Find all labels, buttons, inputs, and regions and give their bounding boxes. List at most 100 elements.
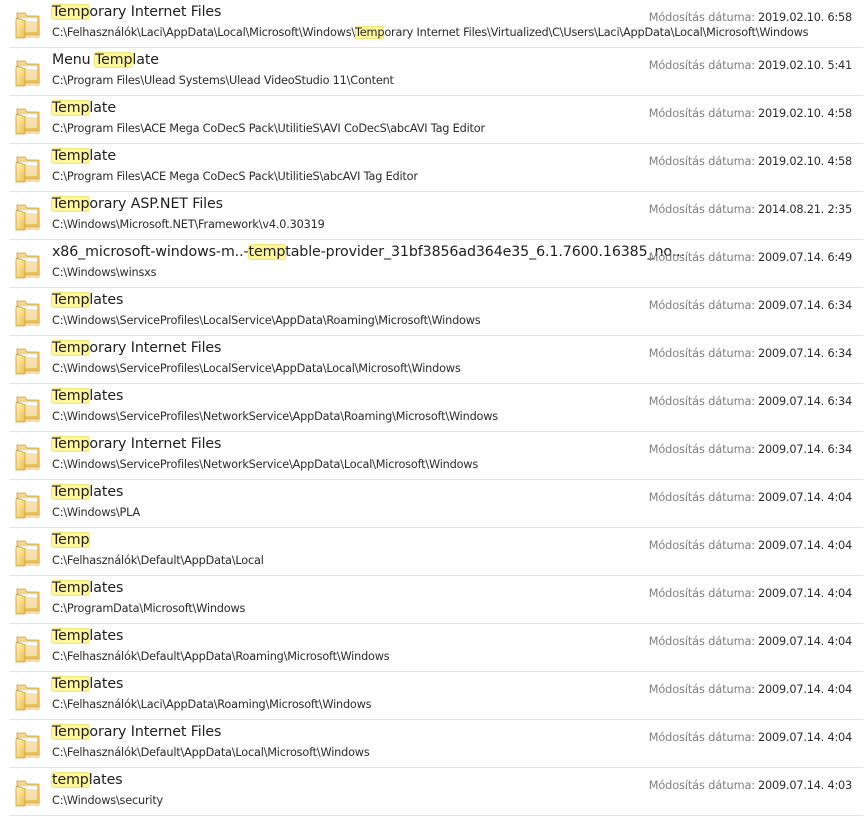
path-text: C:\Felhasználók\Default\AppData\Roaming\… <box>52 650 390 663</box>
search-results-list: Temporary Internet Files C:\Felhasználók… <box>0 0 867 821</box>
search-result-item[interactable]: Temporary Internet Files C:\Windows\Serv… <box>0 432 867 480</box>
item-name: Template <box>51 146 116 166</box>
search-result-item[interactable]: Temporary ASP.NET Files C:\Windows\Micro… <box>0 192 867 240</box>
search-result-item[interactable]: x86_microsoft-windows-m..-temptable-prov… <box>0 240 867 288</box>
modified-date-value: 2009.07.14. 4:04 <box>758 683 853 696</box>
name-text: lates <box>89 676 124 692</box>
name-text: orary Internet Files <box>89 436 222 452</box>
modified-date-value: 2009.07.14. 4:03 <box>758 779 853 792</box>
folder-icon <box>14 585 42 615</box>
item-path: C:\Felhasználók\Laci\AppData\Local\Micro… <box>52 25 809 41</box>
modified-date-label: Módosítás dátuma: <box>648 539 755 552</box>
item-path: C:\Felhasználók\Default\AppData\Local <box>52 553 264 569</box>
search-result-item[interactable]: Temp C:\Felhasználók\Default\AppData\Loc… <box>0 528 867 576</box>
match-highlight: Temp <box>51 628 91 644</box>
path-text: C:\Windows\PLA <box>52 506 141 519</box>
search-result-item[interactable]: Temporary Internet Files C:\Felhasználók… <box>0 720 867 768</box>
name-text: Menu <box>52 52 95 68</box>
path-text: C:\Program Files\Ulead Systems\Ulead Vid… <box>52 74 394 87</box>
folder-icon <box>14 729 42 759</box>
path-text: C:\Felhasználók\Laci\AppData\Local\Micro… <box>52 26 356 39</box>
folder-icon <box>14 9 42 39</box>
name-text: orary Internet Files <box>89 4 222 20</box>
folder-icon <box>14 489 42 519</box>
path-text: C:\Windows\ServiceProfiles\LocalService\… <box>52 314 481 327</box>
path-text: C:\Felhasználók\Default\AppData\Local <box>52 554 264 567</box>
modified-date-label: Módosítás dátuma: <box>648 731 755 744</box>
name-text: x86_microsoft-windows-m..- <box>52 244 249 260</box>
item-path: C:\Windows\ServiceProfiles\LocalService\… <box>52 361 461 377</box>
item-name: Templates <box>51 290 124 310</box>
modified-date-value: 2009.07.14. 4:04 <box>758 539 853 552</box>
modified-date-value: 2009.07.14. 6:34 <box>758 443 853 456</box>
search-result-item[interactable]: Templates C:\Windows\ServiceProfiles\Net… <box>0 384 867 432</box>
item-path: C:\Windows\security <box>52 793 163 809</box>
modified-date-value: 2009.07.14. 4:04 <box>758 491 853 504</box>
search-result-item[interactable]: Templates C:\ProgramData\Microsoft\Windo… <box>0 576 867 624</box>
path-text: C:\Windows\ServiceProfiles\NetworkServic… <box>52 458 479 471</box>
modified-date-value: 2009.07.14. 6:34 <box>758 347 853 360</box>
name-text: late <box>89 100 116 116</box>
search-result-item[interactable]: Template C:\Program Files\ACE Mega CoDec… <box>0 96 867 144</box>
match-highlight: Temp <box>51 388 91 404</box>
item-name: Temporary Internet Files <box>51 338 222 358</box>
path-text: C:\Windows\ServiceProfiles\NetworkServic… <box>52 410 498 423</box>
modified-date-value: 2019.02.10. 5:41 <box>758 59 853 72</box>
folder-icon <box>14 441 42 471</box>
item-path: C:\Windows\Microsoft.NET\Framework\v4.0.… <box>52 217 325 233</box>
name-text: lates <box>89 388 124 404</box>
modified-date-value: 2019.02.10. 4:58 <box>758 155 853 168</box>
modified-date-label: Módosítás dátuma: <box>648 251 755 264</box>
item-name: Temporary ASP.NET Files <box>51 194 223 214</box>
path-text: C:\Windows\Microsoft.NET\Framework\v4.0.… <box>52 218 325 231</box>
folder-icon <box>14 633 42 663</box>
match-highlight: Temp <box>51 196 91 212</box>
modified-date-value: 2019.02.10. 6:58 <box>758 11 853 24</box>
item-name: Temp <box>51 530 91 550</box>
search-result-item[interactable]: Temporary Internet Files C:\Windows\Serv… <box>0 336 867 384</box>
name-text: orary ASP.NET Files <box>89 196 223 212</box>
modified-date-label: Módosítás dátuma: <box>648 203 755 216</box>
item-path: C:\Windows\winsxs <box>52 265 157 281</box>
search-result-item[interactable]: Templates C:\Windows\PLA Módosítás dátum… <box>0 480 867 528</box>
name-text: lates <box>89 292 124 308</box>
path-text: C:\Windows\security <box>52 794 164 807</box>
search-result-item[interactable]: templates C:\Windows\security Módosítás … <box>0 768 867 816</box>
item-name: Template <box>51 98 116 118</box>
modified-date-label: Módosítás dátuma: <box>648 587 755 600</box>
name-text: lates <box>89 484 124 500</box>
modified-date-label: Módosítás dátuma: <box>648 635 755 648</box>
match-highlight: Temp <box>51 532 91 548</box>
name-text: lates <box>88 772 123 788</box>
match-highlight: Temp <box>93 52 134 68</box>
item-path: C:\Program Files\Ulead Systems\Ulead Vid… <box>52 73 394 89</box>
modified-date-value: 2014.08.21. 2:35 <box>758 203 853 216</box>
modified-date-label: Módosítás dátuma: <box>648 155 755 168</box>
item-path: C:\Windows\PLA <box>52 505 140 521</box>
modified-date-value: 2009.07.14. 4:04 <box>758 635 853 648</box>
match-highlight: Temp <box>51 340 91 356</box>
folder-icon <box>14 105 42 135</box>
item-name: Temporary Internet Files <box>51 722 221 742</box>
search-result-item[interactable]: Templates C:\Felhasználók\Default\AppDat… <box>0 624 867 672</box>
folder-icon <box>14 249 42 279</box>
item-name: x86_microsoft-windows-m..-temptable-prov… <box>52 242 685 262</box>
modified-date-label: Módosítás dátuma: <box>648 299 755 312</box>
name-text: orary Internet Files <box>89 340 222 356</box>
item-path: C:\Felhasználók\Default\AppData\Local\Mi… <box>52 745 370 761</box>
path-text: C:\Felhasználók\Laci\AppData\Roaming\Mic… <box>52 698 372 711</box>
modified-date-label: Módosítás dátuma: <box>648 347 755 360</box>
search-result-item[interactable]: Temporary Internet Files C:\Felhasználók… <box>0 0 867 48</box>
path-text: orary Internet Files\Virtualized\C\Users… <box>384 26 809 39</box>
search-result-item[interactable]: Templates C:\Felhasználók\Laci\AppData\R… <box>0 672 867 720</box>
search-result-item[interactable]: Templates C:\Windows\ServiceProfiles\Loc… <box>0 288 867 336</box>
search-result-item[interactable]: Menu Template C:\Program Files\Ulead Sys… <box>0 48 867 96</box>
item-path: C:\Windows\ServiceProfiles\NetworkServic… <box>52 457 478 473</box>
folder-icon <box>14 297 42 327</box>
folder-icon <box>14 777 42 807</box>
item-name: Templates <box>51 626 123 646</box>
item-name: Templates <box>51 386 124 406</box>
item-path: C:\ProgramData\Microsoft\Windows <box>52 601 245 617</box>
item-name: Temporary Internet Files <box>51 2 222 22</box>
search-result-item[interactable]: Template C:\Program Files\ACE Mega CoDec… <box>0 144 867 192</box>
